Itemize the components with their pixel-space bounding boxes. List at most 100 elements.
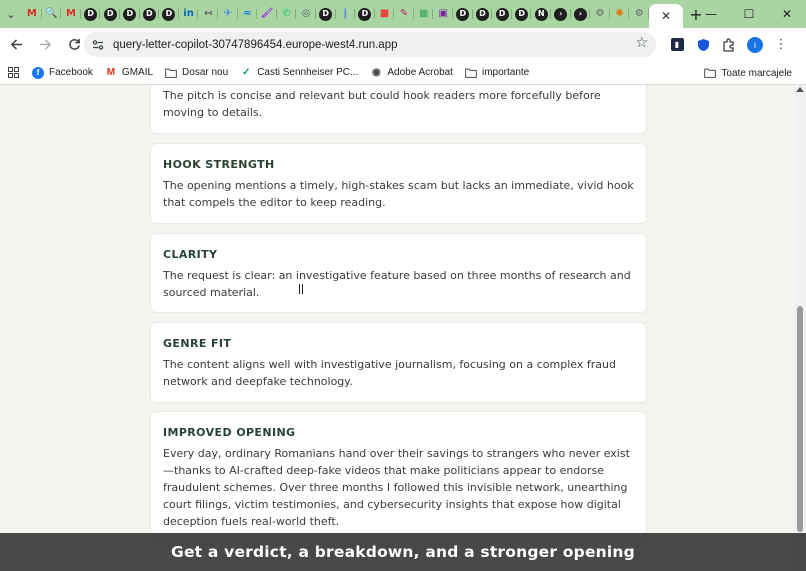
card-heading: HOOK STRENGTH (163, 158, 275, 171)
bookmark-item[interactable]: M GMAIL (99, 62, 159, 84)
spark-icon: ✺ (615, 8, 624, 19)
page-viewport: The pitch is concise and relevant but co… (0, 85, 794, 571)
target-icon: ◎ (301, 8, 311, 19)
browser-tab[interactable]: D (453, 0, 473, 28)
terminal-icon: › (573, 7, 587, 21)
tab-search-chevron-icon[interactable]: ⌄ (0, 0, 22, 28)
browser-tab[interactable]: ⚙ (629, 0, 649, 28)
scrollbar-thumb[interactable] (797, 306, 803, 532)
browser-tab[interactable]: ✈ (218, 0, 238, 28)
bookmark-item[interactable]: Dosar nou (159, 62, 234, 84)
gmail-icon: M (26, 8, 37, 19)
browser-tab[interactable]: M (61, 0, 81, 28)
bookmark-item[interactable]: ✓ Casti Sennheiser PC... (234, 62, 364, 84)
browser-tab[interactable]: D (316, 0, 336, 28)
bookmark-item[interactable]: ◉ Adobe Acrobat (364, 62, 459, 84)
browser-tab[interactable]: D (81, 0, 101, 28)
address-bar[interactable]: query-letter-copilot-30747896454.europe-… (84, 32, 656, 57)
browser-tab[interactable]: ▦ (414, 0, 434, 28)
chat-icon: ▣ (438, 8, 448, 19)
folder-icon (165, 67, 177, 79)
browser-tab[interactable]: ↤ (198, 0, 218, 28)
site-info-icon[interactable] (88, 35, 108, 55)
d-app-icon: D (475, 7, 489, 21)
browser-tab[interactable]: ✆ (277, 0, 297, 28)
browser-tab[interactable]: D (512, 0, 532, 28)
avatar: i (747, 36, 763, 53)
browser-tab[interactable]: D (120, 0, 140, 28)
browser-tab[interactable]: D (355, 0, 375, 28)
close-tab-icon[interactable]: ✕ (661, 9, 671, 23)
card-heading: CLARITY (163, 248, 218, 261)
d-app-icon: D (495, 7, 509, 21)
browser-tab[interactable]: ❙ (336, 0, 356, 28)
profile-button[interactable]: i (742, 32, 768, 57)
folder-icon (704, 67, 717, 79)
check-icon: ✓ (241, 67, 251, 78)
maximize-button[interactable]: ☐ (730, 0, 768, 28)
d-app-icon: D (456, 7, 470, 21)
browser-tab[interactable]: D (140, 0, 160, 28)
tab-strip: ⌄ M 🔍 M D D D D Din ↤ ✈ ≈ 🖌 ✆ ◎ D ❙ D ■ ✎ ▦ ▣ D D D D N › › ⚙ ✺ ⚙ ✕ + … (0, 0, 806, 28)
browser-tab[interactable]: ■ (375, 0, 395, 28)
close-window-button[interactable]: ✕ (768, 0, 806, 28)
search-tool-icon: 🔍 (45, 8, 58, 19)
terminal-icon: › (554, 7, 568, 21)
apps-grid-icon[interactable] (0, 61, 26, 85)
kebab-menu-icon: ⋮ (774, 37, 788, 52)
grid-icon: ▦ (418, 8, 429, 19)
summary-text: The pitch is concise and relevant but co… (163, 89, 601, 119)
browser-tab[interactable]: D (492, 0, 512, 28)
forward-button[interactable] (32, 32, 58, 58)
improved-opening-card: IMPROVED OPENING Every day, ordinary Rom… (151, 412, 646, 540)
extension-button[interactable] (690, 32, 716, 57)
browser-tab[interactable]: in (179, 0, 199, 28)
browser-tab[interactable]: ≈ (238, 0, 258, 28)
extensions-menu-button[interactable] (716, 32, 742, 57)
bookmark-label: Adobe Acrobat (387, 67, 453, 78)
bookmark-star-icon[interactable]: ☆ (635, 35, 648, 51)
bookmark-item[interactable]: f Facebook (26, 62, 99, 84)
browser-tab[interactable]: ✺ (610, 0, 630, 28)
paint-icon: 🖌 (260, 8, 274, 19)
bookmark-label: importante (481, 67, 530, 78)
gmail-icon: M (106, 67, 116, 78)
globe-icon: ◉ (371, 67, 381, 78)
browser-tab[interactable]: ⚙ (590, 0, 610, 28)
bookmark-item[interactable]: importante (459, 62, 535, 84)
minimize-button[interactable]: — (692, 0, 730, 28)
facebook-icon: f (32, 66, 44, 79)
browser-tab[interactable]: 🔍 (42, 0, 62, 28)
browser-tab[interactable]: ✎ (394, 0, 414, 28)
scroll-up-arrow-icon[interactable] (796, 87, 804, 92)
hook-strength-card: HOOK STRENGTH The opening mentions a tim… (151, 144, 646, 223)
genre-fit-card: GENRE FIT The content aligns well with i… (151, 323, 646, 402)
caption-text: Get a verdict, a breakdown, and a strong… (171, 543, 635, 561)
summary-card: The pitch is concise and relevant but co… (151, 85, 646, 133)
all-bookmarks-button[interactable]: Toate marcajele (698, 62, 798, 84)
browser-tab[interactable]: N (531, 0, 551, 28)
browser-tab[interactable]: D (100, 0, 120, 28)
active-tab[interactable]: ✕ (649, 4, 683, 28)
card-text: Every day, ordinary Romanians hand over … (163, 447, 630, 528)
arrow-icon: ↤ (203, 8, 213, 19)
browser-tab[interactable]: ▣ (433, 0, 453, 28)
browser-tab[interactable]: 🖌 (257, 0, 277, 28)
browser-tab[interactable]: ◎ (296, 0, 316, 28)
browser-tab[interactable]: › (571, 0, 591, 28)
shield-icon (697, 38, 709, 51)
all-bookmarks-label: Toate marcajele (721, 67, 792, 79)
back-button[interactable] (3, 32, 29, 58)
gear-icon: ⚙ (595, 8, 605, 19)
wave-icon: ≈ (243, 8, 252, 19)
browser-tab[interactable]: D (159, 0, 179, 28)
browser-menu-button[interactable]: ⋮ (768, 32, 794, 57)
gear-icon: ⚙ (634, 8, 644, 19)
folder-icon (465, 67, 477, 79)
url-text[interactable]: query-letter-copilot-30747896454.europe-… (113, 39, 398, 51)
browser-tab[interactable]: D (473, 0, 493, 28)
browser-tab[interactable]: › (551, 0, 571, 28)
browser-tab[interactable]: M (22, 0, 42, 28)
arrow-right-icon (39, 39, 51, 50)
extension-button[interactable]: ▮ (664, 32, 690, 57)
